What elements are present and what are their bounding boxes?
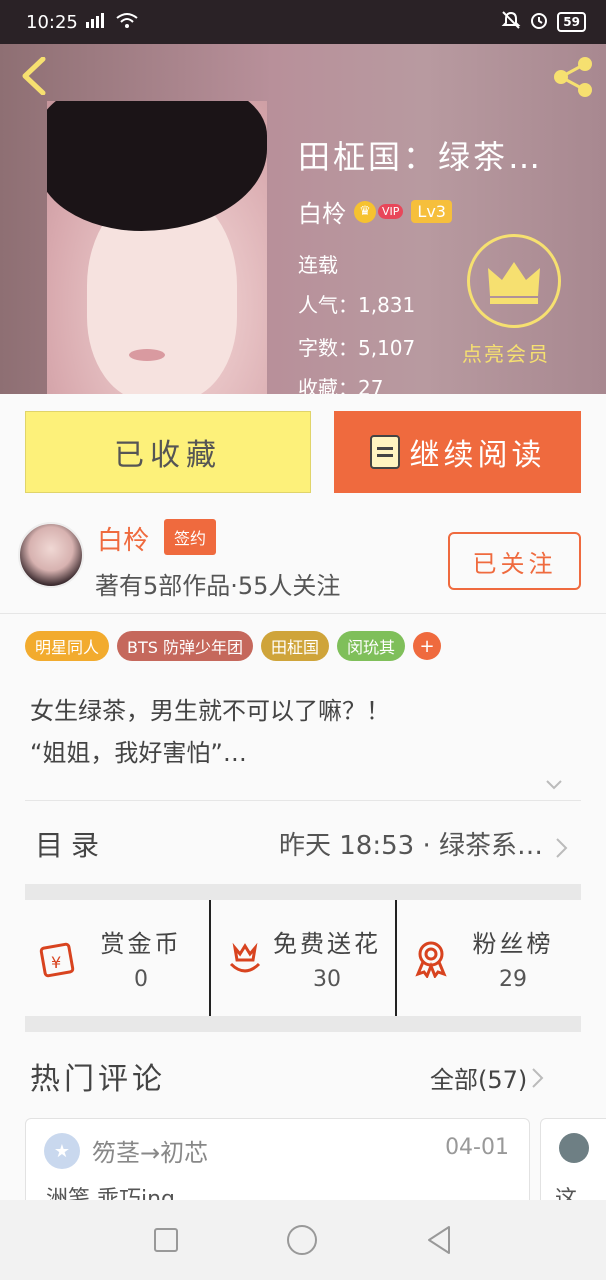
add-tag-button[interactable]: + <box>413 632 442 660</box>
share-button[interactable] <box>550 54 596 100</box>
tag[interactable]: BTS 防弹少年团 <box>117 631 254 661</box>
medal-icon <box>415 941 447 978</box>
book-header: 田柾国：绿茶… 白柃 ♛ VIP Lv3 连载 人气：1,831 字数：5,10… <box>0 44 606 394</box>
home-button[interactable] <box>286 1224 318 1256</box>
alarm-icon <box>529 10 549 35</box>
sign-badge: 签约 <box>164 519 217 555</box>
catalog-row[interactable]: 目录 昨天 18:53 · 绿茶系… <box>25 800 581 886</box>
back-nav-button[interactable] <box>425 1225 453 1255</box>
comment-user: 笏茎→初芯 <box>92 1139 209 1167</box>
synopsis[interactable]: 女生绿茶，男生就不可以了嘛？！ “姐姐，我好害怕”… <box>30 690 580 774</box>
catalog-label: 目录 <box>35 828 108 862</box>
author-avatar[interactable] <box>18 522 84 588</box>
synopsis-line: 女生绿茶，男生就不可以了嘛？！ <box>30 697 390 725</box>
hot-comments-title: 热门评论 <box>30 1062 166 1097</box>
follow-button[interactable]: 已关注 <box>448 532 581 590</box>
synopsis-line: “姐姐，我好害怕”… <box>30 739 247 767</box>
system-nav-bar <box>0 1200 606 1280</box>
continue-read-button[interactable]: 继续阅读 <box>334 411 581 493</box>
author-works: 著有5部作品·55人关注 <box>95 572 341 600</box>
stat-title: 粉丝榜 <box>472 930 554 958</box>
tag-list: 明星同人 BTS 防弹少年团 田柾国 闵玧其 + <box>25 631 442 661</box>
wifi-icon <box>116 12 138 33</box>
reward-stats: ¥ 赏金币 0 免费送花 30 粉丝榜 29 <box>25 900 581 1016</box>
catalog-latest: 昨天 18:53 · 绿茶系… <box>279 831 543 861</box>
continue-read-label: 继续阅读 <box>409 438 546 473</box>
author-name[interactable]: 白柃 <box>97 520 149 557</box>
star-avatar-icon: ★ <box>44 1133 80 1169</box>
back-button[interactable] <box>14 56 54 96</box>
book-author[interactable]: 白柃 <box>298 194 346 229</box>
stat-title: 赏金币 <box>100 930 182 958</box>
battery-indicator: 59 <box>557 12 586 32</box>
book-detail: 已收藏 继续阅读 白柃 签约 著有5部作品·55人关注 已关注 明星同人 BTS… <box>0 394 606 1200</box>
book-status: 连载 <box>298 253 338 277</box>
comment-date: 04-01 <box>445 1135 509 1160</box>
stat-value: 30 <box>313 967 341 992</box>
crown-icon: ♛ <box>354 200 376 223</box>
flower-icon <box>229 942 261 973</box>
avatar <box>559 1133 589 1163</box>
svg-text:¥: ¥ <box>51 953 61 972</box>
all-comments-link[interactable]: 全部(57) <box>430 1060 545 1095</box>
chevron-right-icon <box>556 838 568 858</box>
chevron-down-icon[interactable] <box>545 776 563 794</box>
level-badge: Lv3 <box>411 200 452 223</box>
author-section: 白柃 签约 著有5部作品·55人关注 已关注 <box>0 514 606 614</box>
book-icon <box>369 435 400 469</box>
tag[interactable]: 闵玧其 <box>337 631 406 661</box>
book-word-count: 字数：5,107 <box>298 336 416 360</box>
divider <box>25 884 581 900</box>
book-cover[interactable] <box>47 101 267 394</box>
stat-title: 免费送花 <box>273 930 381 958</box>
book-title: 田柾国：绿茶… <box>298 138 544 176</box>
comment-text: 洲笺 乖巧ing <box>46 1187 176 1200</box>
book-popularity: 人气：1,831 <box>298 293 416 317</box>
chevron-right-icon <box>532 1067 544 1088</box>
divider <box>25 1016 581 1032</box>
comment-text: 这 <box>555 1187 578 1200</box>
book-favorites: 收藏：27 <box>298 376 384 394</box>
all-comments-label: 全部(57) <box>430 1066 528 1094</box>
comment-card[interactable]: ★ 笏茎→初芯 04-01 洲笺 乖巧ing <box>25 1118 530 1200</box>
member-button[interactable] <box>467 234 561 328</box>
chevron-left-icon <box>22 57 46 95</box>
reward-coin-cell[interactable]: ¥ 赏金币 0 <box>25 900 209 1016</box>
share-icon <box>554 57 592 97</box>
status-time: 10:25 <box>26 11 78 33</box>
tag[interactable]: 明星同人 <box>25 631 110 661</box>
fan-rank-cell[interactable]: 粉丝榜 29 <box>395 900 581 1016</box>
stat-value: 0 <box>134 967 148 992</box>
mute-icon <box>501 10 521 35</box>
status-bar: 10:25 59 <box>0 0 606 44</box>
collected-button[interactable]: 已收藏 <box>25 411 311 493</box>
vip-badge: ♛ VIP <box>354 200 404 223</box>
recent-apps-button[interactable] <box>153 1227 179 1253</box>
stat-value: 29 <box>499 967 527 992</box>
comment-card[interactable]: 这 <box>540 1118 606 1200</box>
red-envelope-icon: ¥ <box>39 942 75 978</box>
crown-icon <box>488 262 540 304</box>
signal-icon <box>85 12 108 33</box>
free-flower-cell[interactable]: 免费送花 30 <box>209 900 395 1016</box>
member-label[interactable]: 点亮会员 <box>462 338 550 367</box>
tag[interactable]: 田柾国 <box>261 631 330 661</box>
